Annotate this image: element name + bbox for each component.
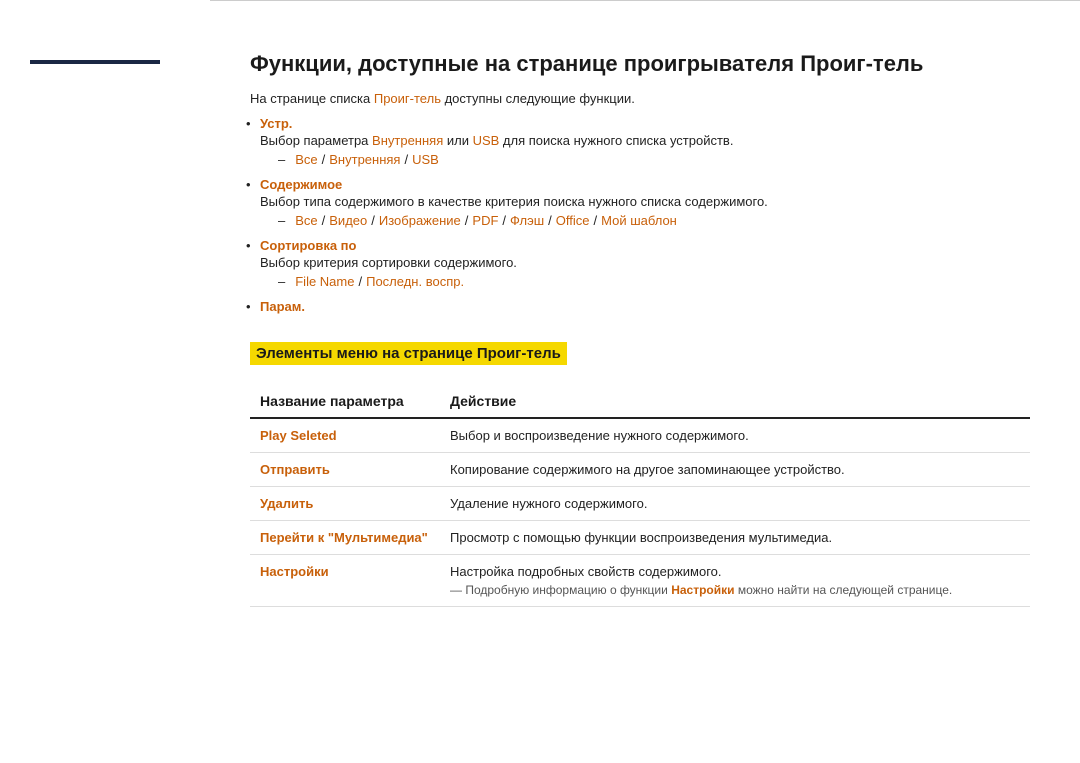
link-pdf[interactable]: PDF bbox=[472, 213, 498, 228]
sidebar-accent-bar bbox=[30, 60, 160, 64]
link-settings-note[interactable]: Настройки bbox=[671, 583, 734, 597]
link-all-2[interactable]: Все bbox=[295, 213, 317, 228]
list-item-ustr: • Устр. Выбор параметра Внутренняя или U… bbox=[260, 116, 1030, 167]
param-settings: Настройки bbox=[250, 555, 440, 607]
action-play-selected: Выбор и воспроизведение нужного содержим… bbox=[440, 418, 1030, 453]
table-row: Отправить Копирование содержимого на дру… bbox=[250, 453, 1030, 487]
param-send: Отправить bbox=[250, 453, 440, 487]
param-play-selected: Play Seleted bbox=[250, 418, 440, 453]
bullet-title-1: Устр. bbox=[260, 116, 292, 131]
bullet-title-2: Содержимое bbox=[260, 177, 342, 192]
table-row: Play Seleted Выбор и воспроизведение нуж… bbox=[250, 418, 1030, 453]
sub-dash-2: Все / Видео / Изображение / PDF / Флэш /… bbox=[278, 213, 1030, 228]
list-item-sort: • Сортировка по Выбор критерия сортировк… bbox=[260, 238, 1030, 289]
intro-text-before: На странице списка bbox=[250, 91, 370, 106]
link-all-1[interactable]: Все bbox=[295, 152, 317, 167]
action-settings: Настройка подробных свойств содержимого.… bbox=[440, 555, 1030, 607]
link-mytemplate[interactable]: Мой шаблон bbox=[601, 213, 677, 228]
intro-text-after: доступны следующие функции. bbox=[445, 91, 635, 106]
action-goto-multimedia: Просмотр с помощью функции воспроизведен… bbox=[440, 521, 1030, 555]
sub-dash-1: Все / Внутренняя / USB bbox=[278, 152, 1030, 167]
bullet-desc-2: Выбор типа содержимого в качестве критер… bbox=[260, 194, 1030, 209]
table-header-row: Название параметра Действие bbox=[250, 387, 1030, 418]
link-lastplayed[interactable]: Последн. воспр. bbox=[366, 274, 464, 289]
bullet-desc-1: Выбор параметра Внутренняя или USB для п… bbox=[260, 133, 1030, 148]
link-flash[interactable]: Флэш bbox=[510, 213, 544, 228]
bullet-desc-3: Выбор критерия сортировки содержимого. bbox=[260, 255, 1030, 270]
intro-paragraph: На странице списка Проиг-тель доступны с… bbox=[250, 91, 1030, 106]
table-row: Настройки Настройка подробных свойств со… bbox=[250, 555, 1030, 607]
section2-heading: Элементы меню на странице Проиг-тель bbox=[250, 342, 567, 365]
list-item-content: • Содержимое Выбор типа содержимого в ка… bbox=[260, 177, 1030, 228]
bullet-title-3: Сортировка по bbox=[260, 238, 356, 253]
action-delete: Удаление нужного содержимого. bbox=[440, 487, 1030, 521]
action-send: Копирование содержимого на другое запоми… bbox=[440, 453, 1030, 487]
bullet-dot-2: • bbox=[246, 177, 251, 192]
link-office[interactable]: Office bbox=[556, 213, 590, 228]
bullet-dot-1: • bbox=[246, 116, 251, 131]
main-content: Функции, доступные на странице проигрыва… bbox=[210, 0, 1080, 763]
link-image[interactable]: Изображение bbox=[379, 213, 461, 228]
col-header-action: Действие bbox=[440, 387, 1030, 418]
link-usb-2[interactable]: USB bbox=[412, 152, 439, 167]
param-goto-multimedia: Перейти к "Мультимедиа" bbox=[250, 521, 440, 555]
page-title: Функции, доступные на странице проигрыва… bbox=[250, 51, 1030, 77]
bullet-dot-4: • bbox=[246, 299, 251, 314]
bullet-dot-3: • bbox=[246, 238, 251, 253]
sidebar bbox=[0, 0, 210, 763]
link-usb[interactable]: USB bbox=[473, 133, 500, 148]
link-video[interactable]: Видео bbox=[329, 213, 367, 228]
intro-link[interactable]: Проиг-тель bbox=[374, 91, 441, 106]
col-header-param: Название параметра bbox=[250, 387, 440, 418]
sub-dash-3: File Name / Последн. воспр. bbox=[278, 274, 1030, 289]
link-vnutrennyaya-2[interactable]: Внутренняя bbox=[329, 152, 400, 167]
settings-note: — Подробную информацию о функции Настрой… bbox=[450, 583, 1020, 597]
list-item-param: • Парам. bbox=[260, 299, 1030, 314]
link-vnutrennyaya[interactable]: Внутренняя bbox=[372, 133, 443, 148]
link-filename[interactable]: File Name bbox=[295, 274, 354, 289]
table-row: Перейти к "Мультимедиа" Просмотр с помощ… bbox=[250, 521, 1030, 555]
bullet-title-4: Парам. bbox=[260, 299, 305, 314]
param-delete: Удалить bbox=[250, 487, 440, 521]
table-row: Удалить Удаление нужного содержимого. bbox=[250, 487, 1030, 521]
param-table: Название параметра Действие Play Seleted… bbox=[250, 387, 1030, 607]
feature-list: • Устр. Выбор параметра Внутренняя или U… bbox=[260, 116, 1030, 314]
